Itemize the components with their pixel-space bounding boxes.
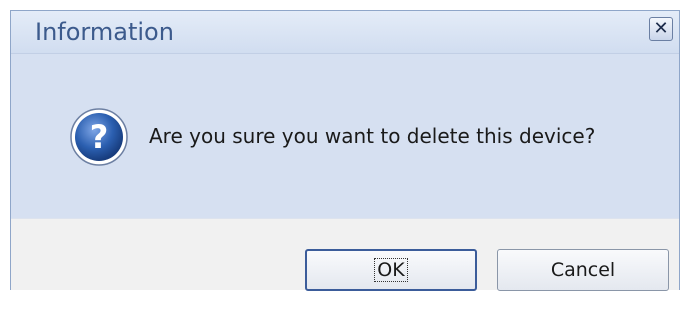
question-icon: ? [70,108,128,166]
dialog-titlebar: Information ✕ [11,11,679,54]
button-bar: OK Cancel [11,218,679,291]
ok-button[interactable]: OK [305,249,477,291]
dialog-message: Are you sure you want to delete this dev… [149,124,596,148]
svg-text:?: ? [90,118,109,156]
information-dialog: Information ✕ ? Are you sure you want to… [10,10,680,291]
close-icon: ✕ [653,18,669,39]
cancel-button-label: Cancel [550,259,616,281]
message-area: ? Are you sure you want to delete this d… [11,54,679,218]
ok-button-label: OK [374,258,408,282]
close-button[interactable]: ✕ [649,17,673,41]
cancel-button[interactable]: Cancel [497,249,669,291]
dialog-title: Information [35,18,174,46]
